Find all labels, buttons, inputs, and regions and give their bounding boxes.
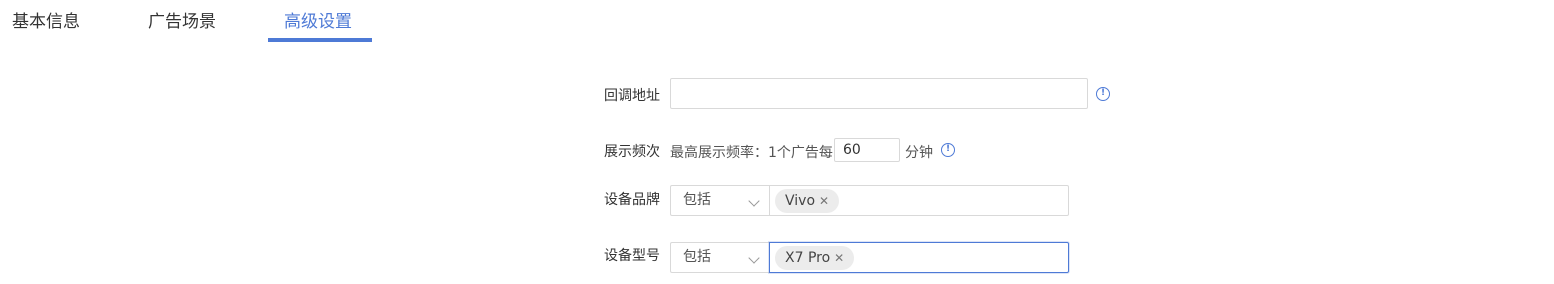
active-tab-indicator <box>268 38 372 42</box>
callback-url-input[interactable] <box>670 78 1088 109</box>
device-brand-label: 设备品牌 <box>604 192 660 208</box>
tab-advanced-settings[interactable]: 高级设置 <box>284 7 352 32</box>
tab-basic-info[interactable]: 基本信息 <box>12 7 80 32</box>
frequency-info-icon[interactable]: ! <box>941 143 955 157</box>
brand-tag: Vivo ✕ <box>775 189 840 213</box>
frequency-label: 展示频次 <box>604 144 660 160</box>
device-model-mode-select[interactable]: 包括 <box>670 242 770 273</box>
model-tag: X7 Pro ✕ <box>775 246 855 270</box>
tab-ad-scene[interactable]: 广告场景 <box>148 7 216 32</box>
close-icon[interactable]: ✕ <box>834 246 844 270</box>
device-brand-tags-input[interactable]: Vivo ✕ <box>769 185 1069 216</box>
callback-info-icon[interactable]: ! <box>1096 87 1110 101</box>
device-model-tags-input[interactable]: X7 Pro ✕ <box>769 242 1069 273</box>
device-model-mode-value: 包括 <box>683 249 711 265</box>
advanced-settings-page: 基本信息 广告场景 高级设置 回调地址 ! 展示频次 最高展示频率：1个广告每 … <box>0 0 1554 284</box>
device-brand-mode-select[interactable]: 包括 <box>670 185 770 216</box>
frequency-minutes-input[interactable]: 60 <box>834 138 900 162</box>
frequency-suffix-text: 分钟 <box>905 145 933 161</box>
close-icon[interactable]: ✕ <box>819 189 829 213</box>
tab-bar: 基本信息 广告场景 高级设置 <box>0 0 1554 44</box>
device-model-label: 设备型号 <box>604 248 660 264</box>
device-brand-mode-value: 包括 <box>683 192 711 208</box>
chevron-down-icon <box>748 195 760 207</box>
brand-tag-text: Vivo <box>785 193 816 209</box>
model-tag-text: X7 Pro <box>785 250 831 266</box>
frequency-prefix-text: 最高展示频率：1个广告每 <box>670 145 833 161</box>
callback-url-label: 回调地址 <box>604 88 660 104</box>
chevron-down-icon <box>748 252 760 264</box>
